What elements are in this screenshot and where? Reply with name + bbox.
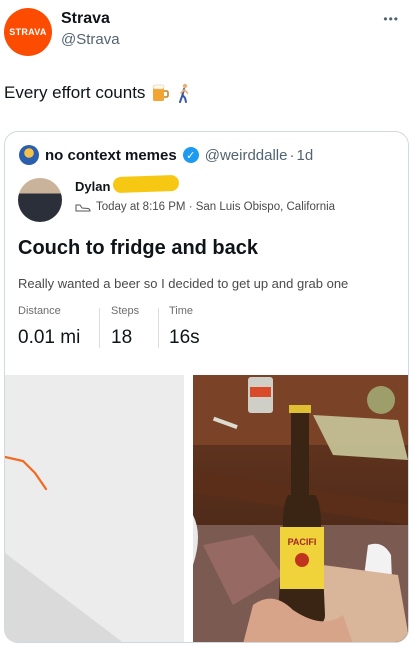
author-name[interactable]: Strava (61, 10, 110, 28)
stat-label: Distance (18, 305, 61, 317)
quoted-tweet[interactable]: no context memes ✓ @weirddalle · 1d Dylan … (4, 131, 409, 643)
shoe-icon (75, 204, 91, 212)
redaction-scribble (112, 174, 180, 194)
stat-value: 0.01 mi (18, 327, 81, 348)
quoted-separator: · (289, 146, 295, 164)
stat-value: 18 (111, 327, 133, 348)
stat-distance: Distance 0.01 mi (18, 305, 80, 349)
tweet-text-body: Every effort counts (4, 83, 146, 102)
author-handle[interactable]: @Strava (61, 31, 120, 48)
activity-description: Really wanted a beer so I decided to get… (18, 276, 349, 291)
stat-time: Time 16s (169, 305, 200, 349)
stat-label: Steps (111, 305, 140, 317)
activity-title: Couch to fridge and back (18, 237, 259, 259)
tweet-text: Every effort counts (4, 83, 193, 103)
athlete-avatar (18, 178, 62, 222)
activity-meta: Today at 8:16 PM · San Luis Obispo, Cali… (75, 201, 335, 213)
strava-activity-card: Dylan Today at 8:16 PM · San Luis Obispo… (5, 170, 408, 365)
athlete-name: Dylan (75, 179, 111, 194)
quoted-avatar[interactable] (19, 145, 39, 165)
quoted-header: no context memes ✓ @weirddalle · 1d (19, 145, 313, 165)
beer-mug-icon (153, 84, 170, 101)
more-icon[interactable]: ••• (383, 12, 399, 26)
stat-divider (158, 308, 159, 348)
beer-photo-graphic: PACIFI (193, 375, 408, 642)
quoted-handle[interactable]: @weirddalle (205, 147, 288, 164)
beer-photo[interactable]: PACIFI (193, 375, 408, 642)
stat-label: Time (169, 305, 194, 317)
person-walking-icon (179, 83, 189, 103)
activity-meta-text: Today at 8:16 PM · San Luis Obispo, Cali… (96, 201, 336, 213)
route-map-graphic (5, 375, 184, 642)
stat-value: 16s (169, 327, 200, 348)
quoted-age[interactable]: 1d (296, 147, 313, 164)
route-map[interactable] (5, 375, 184, 642)
tweet-header: STRAVA Strava @Strava ••• (0, 0, 409, 60)
strava-avatar[interactable]: STRAVA (4, 8, 52, 56)
verified-badge-icon: ✓ (182, 147, 199, 163)
stat-divider (99, 308, 100, 348)
stat-steps: Steps 18 (111, 305, 139, 349)
quoted-name[interactable]: no context memes (45, 147, 177, 164)
avatar-logo-text: STRAVA (9, 27, 47, 37)
bottle-label: PACIFI (288, 537, 317, 547)
